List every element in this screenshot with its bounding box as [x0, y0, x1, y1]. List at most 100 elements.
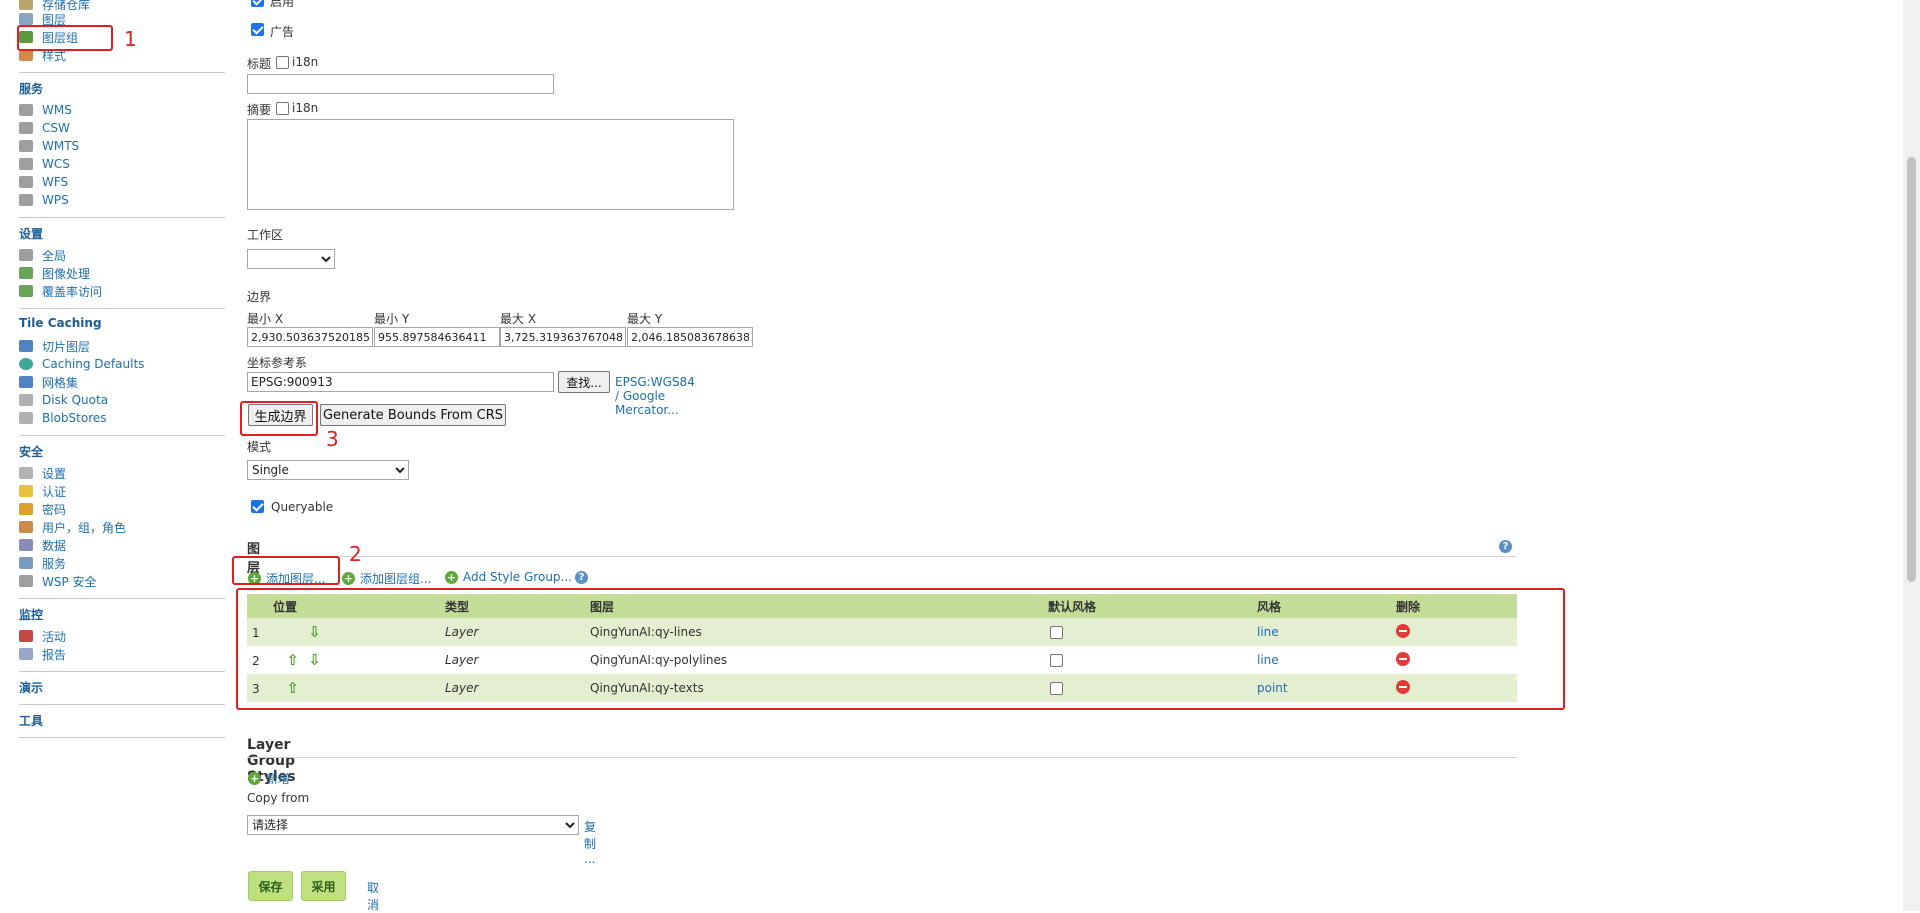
mode-label: 模式	[247, 440, 272, 454]
miny-input[interactable]	[374, 327, 500, 347]
sidebar-section-services: 服务	[19, 82, 44, 96]
image-icon	[19, 267, 33, 279]
bounds-label: 边界	[247, 290, 272, 304]
title-i18n-checkbox[interactable]	[276, 56, 289, 69]
annotation-box-2	[232, 556, 340, 585]
sidebar-item-global[interactable]: 全局	[19, 246, 66, 264]
sidebar-item-csw[interactable]: CSW	[19, 119, 70, 137]
sidebar-item-service-security[interactable]: 服务	[19, 554, 66, 572]
sidebar-item-security-settings[interactable]: 设置	[19, 464, 66, 482]
queryable-label: Queryable	[271, 500, 334, 514]
sidebar-item-blobstores[interactable]: BlobStores	[19, 409, 107, 427]
maxx-input[interactable]	[500, 327, 626, 347]
sidebar-item-wps-security[interactable]: WSP 安全	[19, 572, 97, 590]
annotation-number-3: 3	[326, 427, 339, 451]
sidebar-item-image-processing[interactable]: 图像处理	[19, 264, 90, 282]
server-icon	[19, 122, 33, 134]
add-style-link[interactable]: + 新增	[248, 770, 290, 787]
cancel-link[interactable]: 取消	[367, 879, 379, 913]
key-icon	[19, 467, 33, 479]
globe-icon	[19, 358, 33, 370]
apply-button[interactable]: 采用	[301, 871, 346, 901]
workspace-select[interactable]	[247, 249, 335, 269]
sidebar-item-activity[interactable]: 活动	[19, 627, 66, 645]
mode-select[interactable]: Single	[247, 460, 409, 480]
title-i18n-label: i18n	[292, 55, 319, 69]
sidebar-divider	[19, 72, 225, 73]
crs-input[interactable]	[247, 372, 554, 392]
annotation-number-2: 2	[349, 542, 362, 566]
sidebar-item-passwords[interactable]: 密码	[19, 500, 66, 518]
users-icon	[19, 521, 33, 533]
sidebar-item-data-security[interactable]: 数据	[19, 536, 66, 554]
add-icon: +	[248, 772, 261, 785]
add-layer-group-link[interactable]: + 添加图层组...	[342, 570, 431, 587]
title-input[interactable]	[247, 74, 554, 94]
sidebar-item-wfs[interactable]: WFS	[19, 173, 68, 191]
copy-from-label: Copy from	[247, 791, 310, 805]
annotation-box-table	[236, 588, 1565, 710]
save-button[interactable]: 保存	[248, 871, 293, 901]
styles-divider	[247, 757, 1517, 758]
sidebar-section-monitor: 监控	[19, 608, 44, 622]
report-icon	[19, 648, 33, 660]
sidebar-item-wcs[interactable]: WCS	[19, 155, 70, 173]
enabled-checkbox[interactable]	[251, 0, 264, 7]
sidebar-item-wmts[interactable]: WMTS	[19, 137, 79, 155]
data-icon	[19, 539, 33, 551]
sidebar-item-coverage-access[interactable]: 覆盖率访问	[19, 282, 102, 300]
maxy-label: 最大 Y	[627, 312, 663, 326]
add-icon: +	[445, 570, 458, 584]
server-icon	[19, 176, 33, 188]
sidebar-item-wms[interactable]: WMS	[19, 101, 72, 119]
advertised-label: 广告	[270, 25, 295, 39]
sidebar-item-gridsets[interactable]: 网格集	[19, 373, 78, 391]
scrollbar-thumb[interactable]	[1907, 157, 1916, 582]
find-crs-button[interactable]: 查找...	[558, 371, 610, 393]
minx-input[interactable]	[247, 327, 373, 347]
sidebar-section-demos[interactable]: 演示	[19, 679, 43, 696]
annotation-box-3	[240, 401, 318, 436]
annotation-number-1: 1	[124, 27, 137, 51]
chart-icon	[19, 630, 33, 642]
sidebar-divider	[19, 737, 225, 738]
generate-bounds-from-crs-button[interactable]: Generate Bounds From CRS	[320, 404, 506, 426]
lock-icon	[19, 503, 33, 515]
sidebar-section-tools[interactable]: 工具	[19, 712, 43, 729]
add-style-group-link[interactable]: + Add Style Group... ?	[445, 570, 588, 584]
copy-link[interactable]: 复制 ...	[584, 818, 596, 866]
queryable-checkbox[interactable]	[251, 500, 264, 513]
add-icon: +	[342, 572, 355, 585]
abstract-textarea[interactable]	[247, 119, 734, 210]
disk-icon	[19, 394, 33, 406]
grid-icon	[19, 376, 33, 388]
sidebar-divider	[19, 598, 225, 599]
sidebar-divider	[19, 217, 225, 218]
server-icon	[19, 194, 33, 206]
sidebar-item-wps[interactable]: WPS	[19, 191, 69, 209]
sidebar-item-disk-quota[interactable]: Disk Quota	[19, 391, 108, 409]
sidebar-section-settings: 设置	[19, 227, 44, 241]
help-icon[interactable]: ?	[574, 570, 588, 584]
maxy-input[interactable]	[627, 327, 753, 347]
help-icon[interactable]: ?	[1499, 540, 1512, 553]
image-icon	[19, 285, 33, 297]
sidebar-item-tile-layers[interactable]: 切片图层	[19, 337, 90, 355]
sidebar-divider	[19, 704, 225, 705]
advertised-checkbox[interactable]	[251, 23, 264, 36]
disk-icon	[19, 412, 33, 424]
workspace-label: 工作区	[247, 228, 284, 242]
sidebar-item-caching-defaults[interactable]: Caching Defaults	[19, 355, 144, 373]
sidebar-item-reports[interactable]: 报告	[19, 645, 66, 663]
sidebar-item-authentication[interactable]: 认证	[19, 482, 66, 500]
abstract-i18n-checkbox[interactable]	[276, 102, 289, 115]
page-scrollbar[interactable]	[1903, 0, 1920, 911]
sidebar-item-users-groups-roles[interactable]: 用户，组，角色	[19, 518, 126, 536]
maxx-label: 最大 X	[500, 312, 537, 326]
crs-description-link[interactable]: EPSG:WGS84 / Google Mercator...	[615, 375, 695, 417]
copy-from-select[interactable]: 请选择	[247, 815, 579, 835]
layer-icon	[19, 13, 33, 25]
layers-divider	[247, 556, 1517, 557]
abstract-label: 摘要	[247, 103, 272, 117]
enabled-label: 启用	[270, 0, 295, 9]
